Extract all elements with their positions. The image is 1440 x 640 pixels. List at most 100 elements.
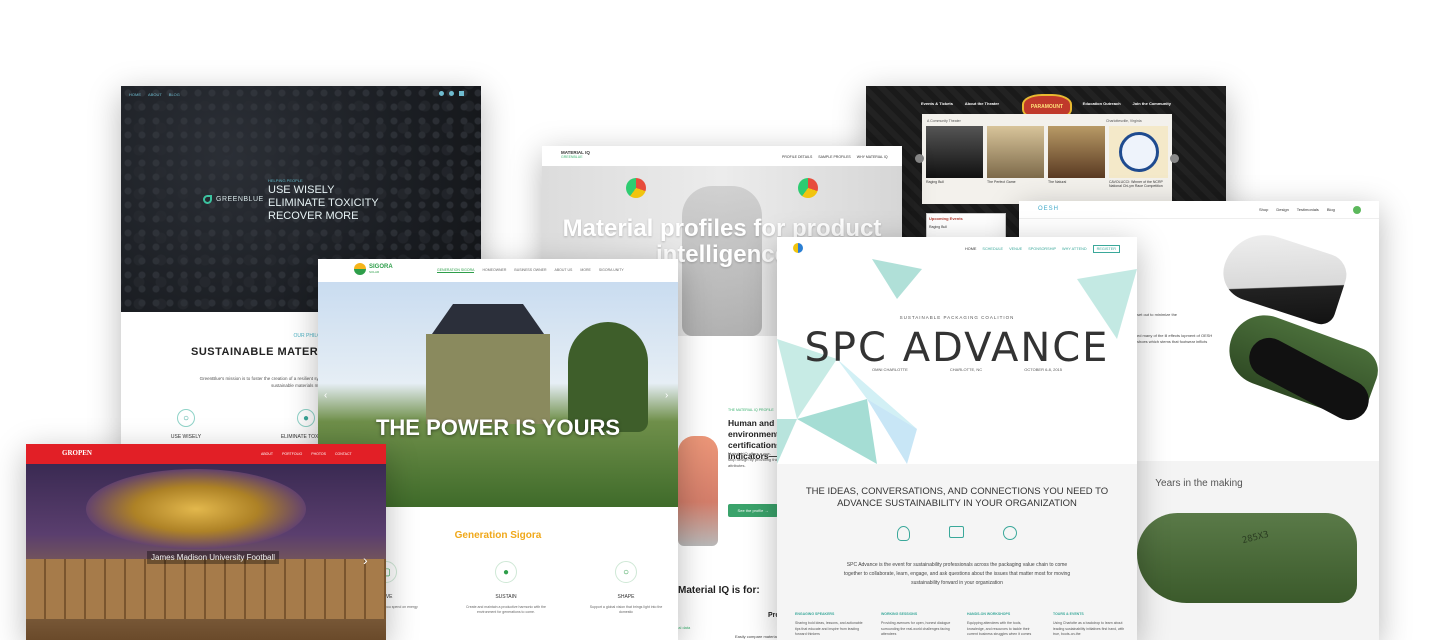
- cart-icon[interactable]: [1353, 206, 1361, 214]
- lightbulb-icon: [897, 526, 910, 541]
- gropen-nav-photos[interactable]: PHOTOS: [311, 452, 326, 456]
- sigora-logo[interactable]: SIGORA SOLAR: [354, 263, 393, 275]
- oesh-nav-testimonials[interactable]: Testimonials: [1297, 207, 1319, 212]
- film-poster: [1048, 126, 1105, 178]
- drop-icon: ●: [297, 409, 315, 427]
- film-card[interactable]: The Perfect Game: [987, 126, 1044, 188]
- film-card[interactable]: CAVOLUCCI: Winner of the NCRP National C…: [1109, 126, 1168, 188]
- paramount-upcoming-item[interactable]: Raging Bull: [927, 223, 1005, 231]
- gropen-nav-about[interactable]: ABOUT: [261, 452, 273, 456]
- spc-body: SPC Advance is the event for sustainabil…: [843, 562, 1071, 586]
- greenblue-tagline-line-1: USE WISELY: [268, 184, 335, 196]
- spc-site-screenshot[interactable]: HOME SCHEDULE VENUE SPONSORSHIP WHY ATTE…: [777, 237, 1137, 640]
- greenblue-nav: HOME ABOUT BLOG: [129, 92, 180, 97]
- carousel-prev-icon[interactable]: ‹: [324, 390, 327, 401]
- locker-row-image: [26, 559, 386, 619]
- paramount-upcoming-title: Upcoming Events: [929, 216, 963, 221]
- film-card[interactable]: Raging Bull: [926, 126, 983, 188]
- film-card[interactable]: The Natural: [1048, 126, 1105, 188]
- sigora-nav-generation[interactable]: GENERATION SIGORA: [437, 268, 475, 273]
- sigora-feature: ● SUSTAIN Create and maintain a producti…: [466, 561, 546, 615]
- materialiq-section-small: THE MATERIAL IQ PROFILE: [728, 408, 774, 412]
- materialiq-nav-why[interactable]: WHY MATERIAL IQ: [857, 155, 888, 159]
- greenblue-logo[interactable]: GREENBLUE: [203, 195, 264, 204]
- sigora-nav-homeowner[interactable]: HOMEOWNER: [482, 268, 506, 273]
- materialiq-nav-sample-profiles[interactable]: SAMPLE PROFILES: [818, 155, 850, 159]
- greenblue-logo-text: GREENBLUE: [216, 196, 264, 203]
- sigora-hero-title: THE POWER IS YOURS: [375, 415, 621, 440]
- shoe-last-label: 285X3: [1241, 529, 1270, 547]
- greenblue-nav-home[interactable]: HOME: [129, 92, 141, 97]
- spc-meta-venue: OMNI CHARLOTTE: [872, 367, 908, 372]
- materialiq-nav-profile-details[interactable]: PROFILE DETAILS: [782, 155, 812, 159]
- twitter-icon[interactable]: [449, 91, 454, 96]
- spc-column: HANDS-ON WORKSHOPS Equipping attendees w…: [967, 612, 1039, 638]
- carousel-next-icon[interactable]: [1170, 154, 1179, 163]
- materialiq-cta-button[interactable]: See the profile →: [728, 504, 778, 517]
- paramount-nav-education[interactable]: Education Outreach: [1083, 101, 1121, 106]
- film-poster: [987, 126, 1044, 178]
- greenblue-feature-label: USE WISELY: [170, 434, 202, 440]
- paramount-right-label: Charlottesville, Virginia: [1106, 119, 1142, 123]
- spc-nav-schedule[interactable]: SCHEDULE: [982, 247, 1003, 251]
- oesh-section: Years in the making 285X3: [1119, 461, 1379, 640]
- oesh-nav-design[interactable]: Design: [1276, 207, 1288, 212]
- seal-icon: [1118, 132, 1159, 172]
- globe-icon: ●: [495, 561, 517, 583]
- paramount-content-panel: A Community Theater Charlottesville, Vir…: [922, 114, 1172, 204]
- oesh-text-1: set out to minimize the: [1137, 312, 1178, 317]
- spc-nav-sponsorship[interactable]: SPONSORSHIP: [1028, 247, 1056, 251]
- paramount-logo-text: PARAMOUNT: [1030, 104, 1064, 110]
- spc-column-text: Providing avenues for open, honest dialo…: [881, 621, 951, 636]
- spc-columns: ENGAGING SPEAKERS Sharing bold ideas, le…: [795, 612, 1125, 638]
- house-roof: [432, 304, 544, 334]
- spc-register-button[interactable]: REGISTER: [1092, 245, 1121, 253]
- carousel-prev-icon[interactable]: [915, 154, 924, 163]
- greenblue-leaf-icon: [203, 195, 212, 204]
- film-title: Raging Bull: [926, 180, 944, 184]
- facebook-icon[interactable]: [439, 91, 444, 96]
- carousel-next-icon[interactable]: ›: [665, 390, 668, 401]
- gropen-nav-contact[interactable]: CONTACT: [335, 452, 352, 456]
- share-icon: [1003, 526, 1017, 540]
- gropen-logo[interactable]: GROPEN: [62, 449, 92, 457]
- oesh-years-title: Years in the making: [1155, 478, 1243, 489]
- spc-nav-venue[interactable]: VENUE: [1009, 247, 1022, 251]
- greenblue-feature-use-wisely: ○ USE WISELY: [161, 409, 211, 440]
- sigora-nav-business[interactable]: BUSINESS OWNER: [514, 268, 546, 273]
- spc-headline: THE IDEAS, CONVERSATIONS, AND CONNECTION…: [805, 486, 1109, 509]
- spc-nav-home[interactable]: HOME: [965, 247, 976, 251]
- lightbulb-icon: ○: [615, 561, 637, 583]
- oesh-logo[interactable]: OESH: [1038, 206, 1059, 212]
- materialiq-logo[interactable]: MATERIAL IQ GREENBLUE: [561, 150, 590, 159]
- linkedin-icon[interactable]: [459, 91, 464, 96]
- spc-nav-why-attend[interactable]: WHY ATTEND: [1062, 247, 1087, 251]
- sigora-nav-about[interactable]: ABOUT US: [554, 268, 572, 273]
- paramount-nav-events[interactable]: Events & Tickets: [921, 101, 953, 106]
- sigora-nav-more[interactable]: MORE: [580, 268, 591, 273]
- greenblue-nav-about[interactable]: ABOUT: [148, 92, 162, 97]
- gropen-site-screenshot[interactable]: GROPEN ABOUT PORTFOLIO PHOTOS CONTACT Ja…: [26, 444, 386, 640]
- gropen-nav-portfolio[interactable]: PORTFOLIO: [282, 452, 302, 456]
- sigora-feature-text: Create and maintain a productive harmoni…: [466, 605, 546, 614]
- greenblue-nav-blog[interactable]: BLOG: [169, 92, 180, 97]
- sigora-logo-sub: SOLAR: [369, 270, 380, 274]
- film-title: The Natural: [1048, 180, 1067, 184]
- paramount-film-row: Raging Bull The Perfect Game The Natural…: [926, 126, 1168, 188]
- film-title: CAVOLUCCI: Winner of the NCRP National C…: [1109, 180, 1163, 188]
- materialiq-data-label: rial data: [676, 625, 691, 630]
- paramount-nav-community[interactable]: Join the Community: [1133, 101, 1171, 106]
- spc-nav: HOME SCHEDULE VENUE SPONSORSHIP WHY ATTE…: [965, 245, 1121, 253]
- spc-column-title: HANDS-ON WORKSHOPS: [967, 612, 1011, 616]
- sigora-nav-unity[interactable]: SIGORA UNITY: [599, 268, 624, 273]
- paramount-nav-about[interactable]: About the Theater: [965, 101, 999, 106]
- materialiq-header: MATERIAL IQ GREENBLUE PROFILE DETAILS SA…: [542, 146, 902, 166]
- carousel-next-icon[interactable]: ›: [363, 552, 368, 568]
- oesh-nav-shop[interactable]: Shop: [1259, 207, 1268, 212]
- chart-donut-icon: [798, 178, 818, 198]
- house-wall: [426, 334, 550, 424]
- spc-logo-icon[interactable]: [793, 243, 803, 253]
- house-image: [418, 304, 558, 424]
- sigora-feature: ○ SHAPE Support a global vision that bri…: [586, 561, 666, 615]
- oesh-nav-blog[interactable]: Blog: [1327, 207, 1335, 212]
